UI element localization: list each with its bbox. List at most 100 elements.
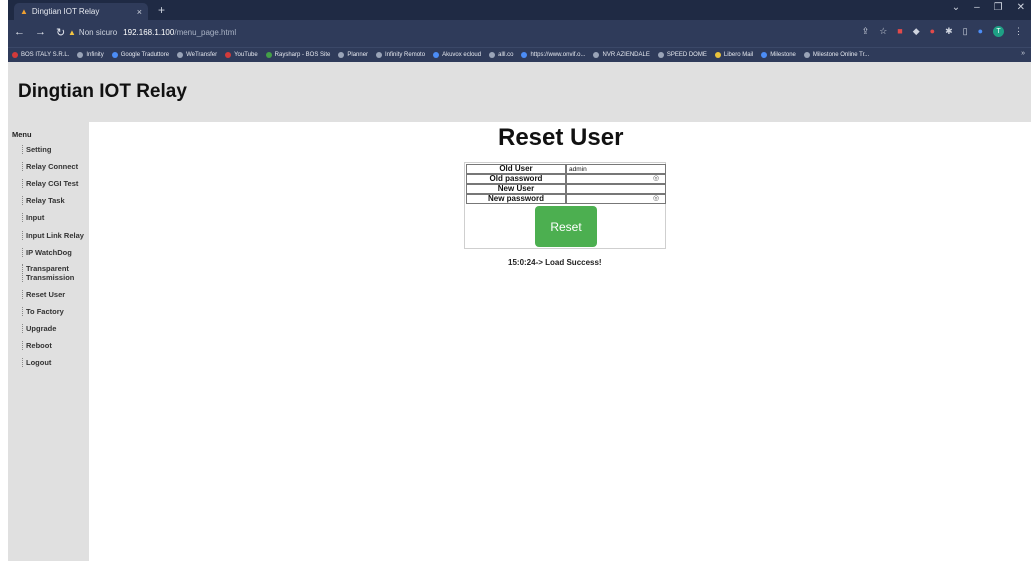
content-title: Reset User <box>498 124 624 151</box>
sidebar-menu: Menu Setting Relay Connect Relay CGI Tes… <box>8 122 89 561</box>
gmail-extension-icon[interactable]: ■ <box>897 26 902 37</box>
bookmark-item[interactable]: Infinity Remoto <box>376 52 425 58</box>
new-password-row: New password ◎ <box>466 194 666 204</box>
old-password-input[interactable] <box>566 174 666 184</box>
nav-buttons: ← → ↻ <box>14 26 65 39</box>
sidebar-item-input[interactable]: Input <box>22 213 90 222</box>
bookmark-favicon-icon <box>521 52 528 58</box>
bookmark-favicon-icon <box>714 52 721 58</box>
tab-dingtian[interactable]: ▲ Dingtian IOT Relay × <box>14 3 148 20</box>
sidebar-item-relay-task[interactable]: Relay Task <box>22 196 90 205</box>
url-host: 192.168.1.100 <box>123 27 175 37</box>
bookmark-item[interactable]: Infinity <box>77 52 104 58</box>
old-password-row: Old password ◎ <box>466 174 666 184</box>
sidebar-item-to-factory[interactable]: To Factory <box>22 307 90 316</box>
bookmark-item[interactable]: Raysharp - BOS Site <box>265 52 330 58</box>
bookmark-favicon-icon <box>225 52 232 58</box>
bookmark-favicon-icon <box>376 52 383 58</box>
page-header: Dingtian IOT Relay <box>8 62 1031 122</box>
bookmark-item[interactable]: YouTube <box>225 52 258 58</box>
share-icon[interactable]: ⇪ <box>862 26 870 37</box>
bookmark-item[interactable]: Google Traduttore <box>111 52 169 58</box>
minimize-icon[interactable]: – <box>974 2 980 13</box>
extension-icons: ⇪ ☆ ■ ◆ ● ✱ ▯ ● T ⋮ <box>862 26 1023 37</box>
old-user-input[interactable] <box>566 164 666 174</box>
bookmark-item[interactable]: Milestone <box>761 52 796 58</box>
extensions-puzzle-icon[interactable]: ✱ <box>945 26 953 37</box>
bookmarks-more-icon[interactable]: » <box>1021 50 1025 57</box>
sidebar-item-input-link-relay[interactable]: Input Link Relay <box>22 231 90 240</box>
bookmark-item[interactable]: NVR AZIENDALE <box>593 52 650 58</box>
new-password-label: New password <box>466 194 566 204</box>
tab-search-icon[interactable]: ⌄ <box>952 2 960 13</box>
bookmark-item[interactable]: https://www.onvif.o... <box>521 52 585 58</box>
new-user-input[interactable] <box>566 184 666 194</box>
bookmark-item[interactable]: WeTransfer <box>177 52 217 58</box>
back-icon[interactable]: ← <box>14 26 25 39</box>
tab-close-icon[interactable]: × <box>137 7 142 17</box>
side-panel-icon[interactable]: ▯ <box>963 26 968 37</box>
new-password-input[interactable] <box>566 194 666 204</box>
window-controls: ⌄ – ❐ ✕ <box>952 2 1025 13</box>
not-secure-icon: ▲ <box>68 27 76 37</box>
menu-heading: Menu <box>12 130 32 139</box>
warning-icon: ▲ <box>20 7 28 16</box>
bookmark-favicon-icon <box>111 52 118 58</box>
shield-extension-icon[interactable]: ◆ <box>913 26 920 37</box>
old-password-label: Old password <box>466 174 566 184</box>
bookmark-star-icon[interactable]: ☆ <box>879 26 887 37</box>
window-edge <box>0 0 8 561</box>
menu-dots-icon[interactable]: ⋮ <box>1014 26 1023 37</box>
bookmark-favicon-icon <box>177 52 184 58</box>
sidebar-item-upgrade[interactable]: Upgrade <box>22 324 90 333</box>
bookmark-favicon-icon <box>338 52 345 58</box>
reload-icon[interactable]: ↻ <box>56 26 65 39</box>
sidebar-item-reset-user[interactable]: Reset User <box>22 290 90 299</box>
restore-icon[interactable]: ❐ <box>994 2 1003 13</box>
sidebar-item-setting[interactable]: Setting <box>22 145 90 154</box>
sidebar-item-relay-connect[interactable]: Relay Connect <box>22 162 90 171</box>
profile-avatar[interactable]: T <box>993 26 1004 37</box>
show-password-icon[interactable]: ◎ <box>653 195 661 202</box>
bookmark-favicon-icon <box>657 52 664 58</box>
bookmark-favicon-icon <box>803 52 810 58</box>
bookmark-item[interactable]: Akuvox ecloud <box>433 52 481 58</box>
new-tab-button[interactable]: + <box>158 3 165 17</box>
bookmark-item[interactable]: SPEED DOME <box>657 52 707 58</box>
new-user-label: New User <box>466 184 566 194</box>
sidebar-item-ip-watchdog[interactable]: IP WatchDog <box>22 248 90 257</box>
status-message: 15:0:24-> Load Success! <box>508 258 602 267</box>
old-user-row: Old User <box>466 164 666 174</box>
url-path: /menu_page.html <box>174 27 237 37</box>
close-window-icon[interactable]: ✕ <box>1017 2 1025 13</box>
sidebar-item-relay-cgi-test[interactable]: Relay CGI Test <box>22 179 90 188</box>
address-bar[interactable]: ▲ Non sicuro 192.168.1.100 /menu_page.ht… <box>68 24 928 40</box>
sidebar-item-logout[interactable]: Logout <box>22 358 90 367</box>
bookmark-favicon-icon <box>761 52 768 58</box>
blue-extension-icon[interactable]: ● <box>978 26 983 37</box>
bookmark-item[interactable]: alll.co <box>489 52 513 58</box>
red-extension-icon[interactable]: ● <box>930 26 935 37</box>
tab-bar: ▲ Dingtian IOT Relay × + ⌄ – ❐ ✕ <box>8 0 1031 20</box>
bookmark-favicon-icon <box>489 52 496 58</box>
new-user-row: New User <box>466 184 666 194</box>
bookmarks-bar: BOS ITALY S.R.L. Infinity Google Tradutt… <box>8 47 1031 62</box>
bookmark-item[interactable]: Libero Mail <box>714 52 753 58</box>
security-label: Non sicuro <box>78 27 118 37</box>
bookmark-favicon-icon <box>433 52 440 58</box>
bookmark-favicon-icon <box>265 52 272 58</box>
old-user-label: Old User <box>466 164 566 174</box>
sidebar-item-reboot[interactable]: Reboot <box>22 341 90 350</box>
bookmark-item[interactable]: BOS ITALY S.R.L. <box>12 52 69 58</box>
show-password-icon[interactable]: ◎ <box>653 175 661 182</box>
bookmark-item[interactable]: Milestone Online Tr... <box>803 52 869 58</box>
page-title: Dingtian IOT Relay <box>18 81 187 102</box>
browser-window: ▲ Dingtian IOT Relay × + ⌄ – ❐ ✕ ← → ↻ ▲… <box>8 0 1031 561</box>
sidebar-item-transparent-transmission[interactable]: Transparent Transmission <box>22 264 90 282</box>
bookmark-favicon-icon <box>593 52 600 58</box>
bookmark-favicon-icon <box>12 52 18 58</box>
bookmark-item[interactable]: Planner <box>338 52 368 58</box>
tab-title: Dingtian IOT Relay <box>31 7 100 16</box>
reset-button[interactable]: Reset <box>535 206 597 247</box>
forward-icon[interactable]: → <box>35 26 46 39</box>
